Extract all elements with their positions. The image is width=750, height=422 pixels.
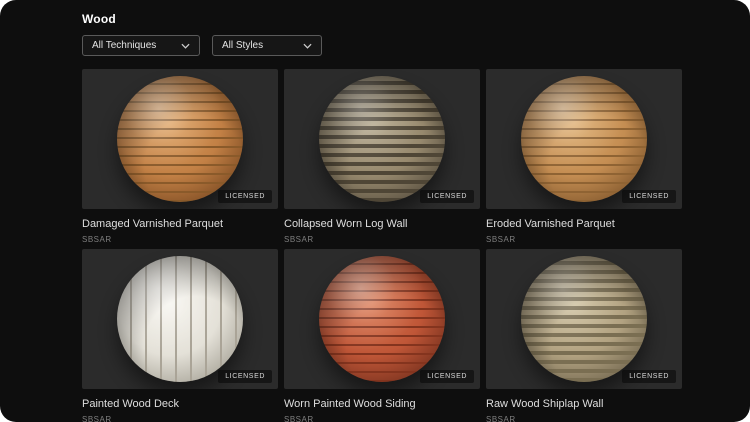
material-preview-tile[interactable]: LICENSED bbox=[284, 69, 480, 209]
licensed-badge: LICENSED bbox=[218, 370, 272, 383]
licensed-badge: LICENSED bbox=[622, 370, 676, 383]
material-card[interactable]: LICENSED Damaged Varnished Parquet SBSAR bbox=[82, 69, 278, 244]
filter-bar: All Techniques All Styles bbox=[82, 35, 682, 56]
licensed-badge: LICENSED bbox=[420, 370, 474, 383]
licensed-badge: LICENSED bbox=[622, 190, 676, 203]
material-card[interactable]: LICENSED Collapsed Worn Log Wall SBSAR bbox=[284, 69, 480, 244]
material-format-label: SBSAR bbox=[82, 235, 112, 244]
chevron-down-icon bbox=[303, 43, 312, 49]
material-preview-tile[interactable]: LICENSED bbox=[284, 249, 480, 389]
styles-filter-dropdown[interactable]: All Styles bbox=[212, 35, 322, 56]
material-title: Worn Painted Wood Siding bbox=[284, 398, 416, 410]
material-sphere-preview bbox=[319, 256, 445, 382]
material-sphere-preview bbox=[117, 256, 243, 382]
material-title: Eroded Varnished Parquet bbox=[486, 218, 615, 230]
app-window: Wood All Techniques All Styles LICENSED bbox=[0, 0, 750, 422]
material-preview-tile[interactable]: LICENSED bbox=[82, 249, 278, 389]
material-card[interactable]: LICENSED Raw Wood Shiplap Wall SBSAR bbox=[486, 249, 682, 422]
content-area: Wood All Techniques All Styles LICENSED bbox=[82, 12, 682, 422]
material-title: Damaged Varnished Parquet bbox=[82, 218, 224, 230]
licensed-badge: LICENSED bbox=[218, 190, 272, 203]
material-format-label: SBSAR bbox=[284, 235, 314, 244]
material-title: Collapsed Worn Log Wall bbox=[284, 218, 408, 230]
material-preview-tile[interactable]: LICENSED bbox=[486, 69, 682, 209]
chevron-down-icon bbox=[181, 43, 190, 49]
material-sphere-preview bbox=[521, 76, 647, 202]
styles-filter-label: All Styles bbox=[222, 40, 264, 51]
material-card[interactable]: LICENSED Painted Wood Deck SBSAR bbox=[82, 249, 278, 422]
techniques-filter-dropdown[interactable]: All Techniques bbox=[82, 35, 200, 56]
licensed-badge: LICENSED bbox=[420, 190, 474, 203]
material-sphere-preview bbox=[117, 76, 243, 202]
material-grid: LICENSED Damaged Varnished Parquet SBSAR… bbox=[82, 69, 682, 422]
material-format-label: SBSAR bbox=[486, 235, 516, 244]
material-card[interactable]: LICENSED Worn Painted Wood Siding SBSAR bbox=[284, 249, 480, 422]
material-title: Painted Wood Deck bbox=[82, 398, 180, 410]
material-title: Raw Wood Shiplap Wall bbox=[486, 398, 604, 410]
material-format-label: SBSAR bbox=[486, 415, 516, 422]
material-card[interactable]: LICENSED Eroded Varnished Parquet SBSAR bbox=[486, 69, 682, 244]
material-preview-tile[interactable]: LICENSED bbox=[486, 249, 682, 389]
material-sphere-preview bbox=[319, 76, 445, 202]
material-sphere-preview bbox=[521, 256, 647, 382]
techniques-filter-label: All Techniques bbox=[92, 40, 157, 51]
material-format-label: SBSAR bbox=[284, 415, 314, 422]
material-preview-tile[interactable]: LICENSED bbox=[82, 69, 278, 209]
page-title: Wood bbox=[82, 12, 116, 26]
material-format-label: SBSAR bbox=[82, 415, 112, 422]
